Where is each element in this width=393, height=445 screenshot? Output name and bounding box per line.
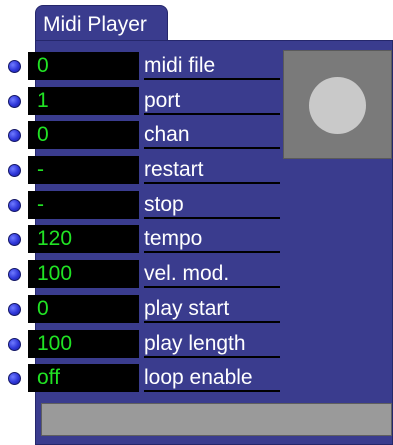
value-field-loop-enable[interactable]: off [28, 364, 139, 392]
inlet-port-loop-enable[interactable] [8, 372, 21, 385]
param-label-vel-mod: vel. mod. [144, 260, 280, 288]
inlet-port-restart[interactable] [8, 164, 21, 177]
value-field-chan[interactable]: 0 [28, 121, 139, 149]
circle-icon [309, 77, 366, 134]
inlet-port-vel-mod[interactable] [8, 268, 21, 281]
play-button[interactable] [283, 50, 392, 159]
value-field-restart[interactable]: - [28, 156, 139, 184]
value-field-stop[interactable]: - [28, 191, 139, 219]
param-label-restart: restart [144, 156, 280, 184]
param-label-port: port [144, 87, 280, 115]
inlet-port-chan[interactable] [8, 129, 21, 142]
inlet-port-port[interactable] [8, 95, 21, 108]
value-field-vel-mod[interactable]: 100 [28, 260, 139, 288]
param-label-tempo: tempo [144, 225, 280, 253]
inlet-port-tempo[interactable] [8, 233, 21, 246]
value-field-play-length[interactable]: 100 [28, 330, 139, 358]
value-field-midi-file[interactable]: 0 [28, 52, 139, 80]
value-field-play-start[interactable]: 0 [28, 295, 139, 323]
inlet-port-play-length[interactable] [8, 338, 21, 351]
inlet-port-play-start[interactable] [8, 303, 21, 316]
value-field-tempo[interactable]: 120 [28, 225, 139, 253]
param-label-play-length: play length [144, 330, 280, 358]
status-bar [41, 403, 392, 436]
param-label-loop-enable: loop enable [144, 364, 280, 392]
param-label-stop: stop [144, 191, 280, 219]
value-field-port[interactable]: 1 [28, 87, 139, 115]
param-label-midi-file: midi file [144, 52, 280, 80]
inlet-port-midi-file[interactable] [8, 60, 21, 73]
module-title: Midi Player [43, 13, 147, 36]
module-title-tab[interactable]: Midi Player [35, 5, 168, 45]
param-label-play-start: play start [144, 295, 280, 323]
inlet-port-stop[interactable] [8, 199, 21, 212]
param-label-chan: chan [144, 121, 280, 149]
